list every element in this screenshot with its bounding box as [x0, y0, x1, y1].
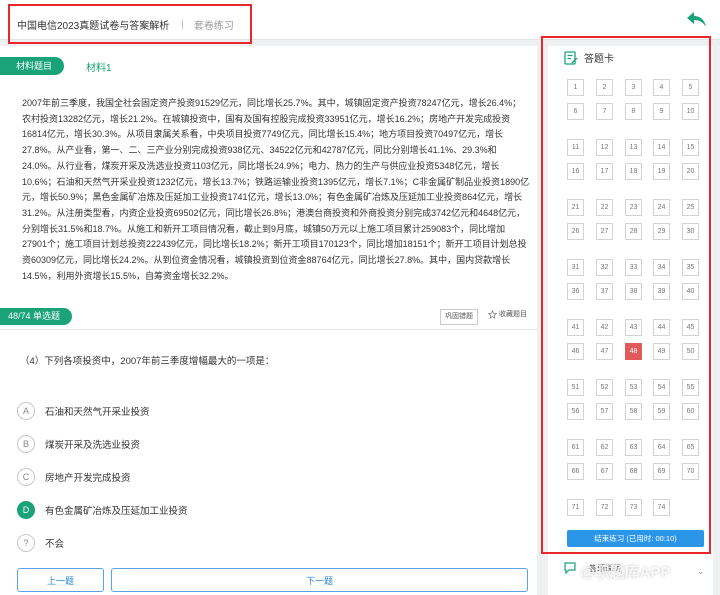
- practice-mode: 套卷练习: [193, 20, 234, 32]
- option-letter: A: [17, 402, 35, 420]
- question-text: （4）下列各项投资中，2007年前三季度增幅最大的一项是：: [20, 356, 275, 367]
- exam-title-box: 中国电信2023真题试卷与答案解析 | 套卷练习: [8, 4, 252, 44]
- chat-icon: [564, 562, 576, 574]
- answer-card-highlight: [541, 36, 711, 554]
- watermark: @职题库APP: [580, 564, 671, 581]
- option-letter: D: [17, 501, 35, 519]
- star-icon: [488, 309, 497, 319]
- option-letter: B: [17, 435, 35, 453]
- answer-option-5[interactable]: ? 不会: [17, 534, 317, 552]
- back-arrow-icon[interactable]: [686, 10, 708, 30]
- consolidate-button[interactable]: 巩固错题: [440, 309, 478, 325]
- answer-option-3[interactable]: C 房地产开发完成投资: [17, 468, 317, 486]
- material-tabs: 材料题目 材料1: [0, 56, 112, 76]
- page: 中国电信2023真题试卷与答案解析 | 套卷练习 材料题目 材料1 2007年前…: [0, 0, 720, 595]
- top-header: 中国电信2023真题试卷与答案解析 | 套卷练习: [0, 0, 720, 44]
- option-text: 煤炭开采及洗选业投资: [45, 440, 141, 451]
- question-counter-tag: 48/74 单选题: [0, 308, 73, 325]
- answer-option-4[interactable]: D 有色金属矿冶炼及压延加工业投资: [17, 501, 317, 519]
- chevron-down-icon[interactable]: ⌄: [697, 566, 705, 577]
- next-question-button[interactable]: 下一题: [111, 568, 528, 592]
- answer-option-1[interactable]: A 石油和天然气开采业投资: [17, 402, 317, 420]
- option-text: 有色金属矿冶炼及压延加工业投资: [45, 506, 188, 517]
- favorite-button[interactable]: 收藏题目: [488, 309, 527, 319]
- question-panel: 材料题目 材料1 2007年前三季度，我国全社会固定资产投资91529亿元，同比…: [0, 46, 537, 595]
- option-text: 石油和天然气开采业投资: [45, 407, 150, 418]
- title-separator: |: [181, 18, 184, 30]
- prev-question-button[interactable]: 上一题: [17, 568, 104, 592]
- option-letter: ?: [17, 534, 35, 552]
- material-text: 2007年前三季度，我国全社会固定资产投资91529亿元，同比增长25.7%。其…: [22, 98, 530, 281]
- divider: [0, 329, 537, 330]
- option-text: 房地产开发完成投资: [45, 473, 131, 484]
- answer-option-2[interactable]: B 煤炭开采及洗选业投资: [17, 435, 317, 453]
- tab-material-1[interactable]: 材料1: [86, 59, 112, 74]
- exam-title: 中国电信2023真题试卷与答案解析: [17, 20, 170, 32]
- favorite-label: 收藏题目: [499, 311, 527, 318]
- finish-practice-button[interactable]: 结束练习 (已用时: 00:10): [567, 530, 704, 547]
- option-text: 不会: [45, 539, 65, 550]
- option-letter: C: [17, 468, 35, 486]
- question-bar: 48/74 单选题 巩固错题 收藏题目: [0, 305, 537, 327]
- material-tag: 材料题目: [0, 57, 65, 75]
